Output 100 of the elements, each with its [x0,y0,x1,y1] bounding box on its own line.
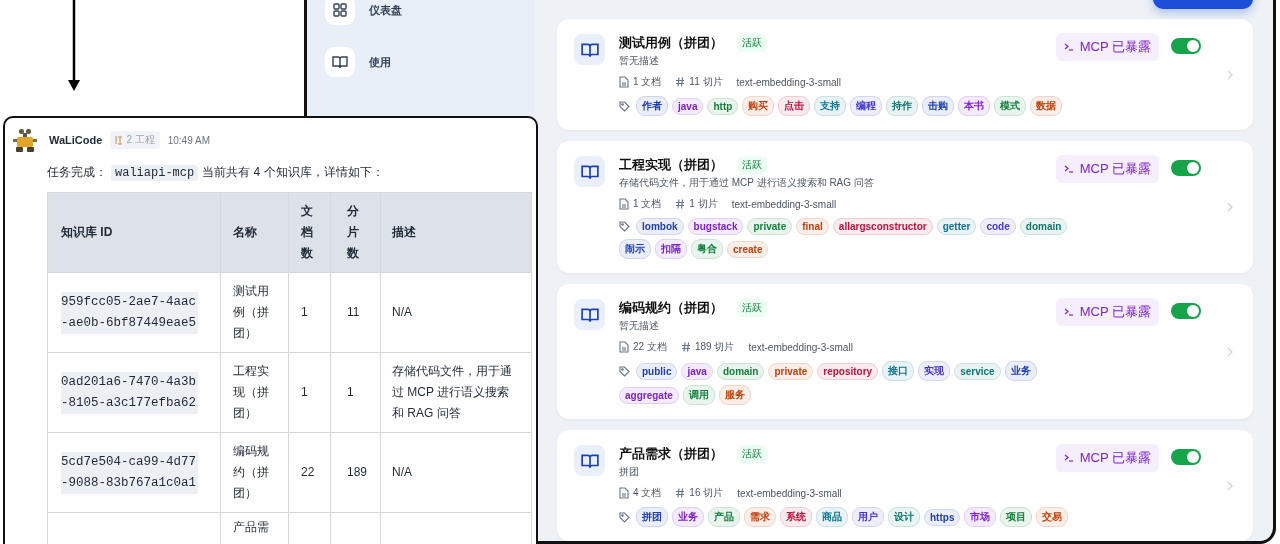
embedding-model: text-embedding-3-small [736,76,841,88]
tag: 实现 [918,361,951,381]
tag: 闹示 [619,239,651,259]
tag: public [636,362,678,380]
table-cell: 编码规约（拼团） [233,444,269,500]
table-cell: 189 [347,465,368,479]
toggle-switch[interactable] [1171,160,1201,176]
chunk-count: 1 切片 [689,197,718,211]
tag: 点击 [778,96,811,116]
tag: 编程 [850,96,883,116]
tag: 业务 [672,507,704,527]
document-count: 22 文档 [633,340,667,354]
tag: 支持 [814,96,847,116]
tag: 用户 [852,507,884,527]
table-cell: 1 [301,305,308,319]
chunk-count: 11 切片 [689,75,723,89]
knowledge-base-card[interactable]: 编码规约（拼团） 活跃 暂无描述 22 文档 189 切片 text-embedding-3-small public java domain private repository 接口 实现 service 业务 aggregate 调用 服务 MCP 已暴露 [557,284,1253,419]
message-text: 当前共有 4 个知识库，详情如下： [202,164,384,181]
tag-icon [619,365,630,377]
tag: 粤合 [691,239,723,259]
tag: 扣隔 [655,239,687,259]
book-icon[interactable] [325,47,355,77]
grid-icon[interactable] [325,0,355,25]
tag: 服务 [718,385,751,405]
tag: 作者 [636,96,668,116]
tag: 调用 [682,385,715,405]
inline-code: waliapi-mcp [111,164,199,181]
knowledge-base-card[interactable]: 测试用例（拼团） 活跃 暂无描述 1 文档 11 切片 text-embedding-3-small 作者 java http 购买 点击 支持 编程 持作 击购 本书 模式 数据 MCP 已暴露 [557,19,1253,130]
mcp-badge: MCP 已暴露 [1055,155,1159,183]
table-cell: N/A [392,305,412,319]
status-badge: 活跃 [737,34,767,52]
tag: code [980,218,1016,235]
card-title: 产品需求（拼团） [619,445,723,463]
hash-icon [680,342,691,352]
document-count: 1 文档 [633,197,662,211]
toggle-switch[interactable] [1171,449,1201,465]
hash-icon [675,199,686,209]
tag-icon [619,511,630,523]
message-time: 10:49 AM [167,134,210,146]
tag: create [727,240,769,258]
tag: 持作 [886,96,919,116]
chunk-count: 16 切片 [689,486,724,500]
tag: lombok [636,218,684,235]
table-cell: 产品需 [233,520,269,534]
tag: 业务 [1004,361,1037,381]
robot-avatar [11,127,39,153]
tag: 拼团 [636,507,668,527]
tag: 商品 [816,507,848,527]
tag: 系统 [780,507,812,527]
table-cell: 0ad201a6-7470-4a3b-8105-a3c177efba62 [61,371,199,414]
mcp-badge: MCP 已暴露 [1055,298,1159,326]
document-icon [619,341,629,353]
book-icon [574,445,605,476]
tag: service [954,362,1001,380]
card-description: 拼团 [619,465,640,479]
tag: 设计 [888,507,920,527]
hash-icon [675,77,686,87]
document-count: 1 文档 [633,75,662,89]
message-text: 任务完成： [47,164,107,181]
card-title: 编码规约（拼团） [619,299,723,317]
embedding-model: text-embedding-3-small [731,198,837,210]
sidebar-item[interactable]: 仪表盘 [369,2,402,18]
table-cell: 11 [347,305,360,319]
toggle-switch[interactable] [1171,38,1201,54]
card-title: 测试用例（拼团） [619,34,723,52]
tag: 本书 [958,96,991,116]
knowledge-base-card[interactable]: 产品需求（拼团） 活跃 拼团 4 文档 16 切片 text-embedding-3-small 拼团 业务 产品 需求 系统 商品 用户 设计 https 市场 项目 交易 MCP 已暴露 [557,430,1253,541]
project-badge: 2 工程 [110,131,160,149]
tag: private [747,218,793,235]
tag: domain [716,362,765,380]
card-title: 工程实现（拼团） [619,156,723,174]
tag: domain [1019,218,1068,235]
tag: 接口 [882,361,915,381]
tag: java [681,362,713,380]
toggle-switch[interactable] [1171,303,1201,319]
tag: 购买 [742,96,775,116]
table-cell: 1 [347,385,354,399]
mcp-badge: MCP 已暴露 [1055,33,1159,61]
hash-icon [675,488,686,498]
chunk-count: 189 切片 [694,340,735,354]
table-cell: 22 [301,465,315,479]
tag: aggregate [619,386,679,404]
embedding-model: text-embedding-3-small [748,341,853,353]
table-cell: 工程实现（拼团） [233,364,269,420]
card-description: 暂无描述 [619,319,660,333]
knowledge-base-card[interactable]: 工程实现（拼团） 活跃 存储代码文件，用于通过 MCP 进行语义搜索和 RAG 问答 1 文档 1 切片 text-embedding-3-small lombok bugstack private final allargsconstructor getter code domain 闹示 扣隔 粤合 create MCP 已暴露 [557,141,1253,273]
tag: getter [936,218,977,235]
tag: final [796,218,829,235]
card-description: 暂无描述 [619,54,660,68]
status-badge: 活跃 [737,299,767,317]
tag: 需求 [744,507,776,527]
sidebar-item[interactable]: 使用 [369,54,391,70]
tag: https [924,508,961,526]
column-header: 知识库 ID [47,192,221,273]
status-badge: 活跃 [737,445,767,463]
tag: 产品 [708,507,740,527]
tag: 项目 [1000,507,1033,527]
tag: http [707,97,739,115]
table-cell: 1 [301,385,308,399]
book-icon [574,156,605,187]
